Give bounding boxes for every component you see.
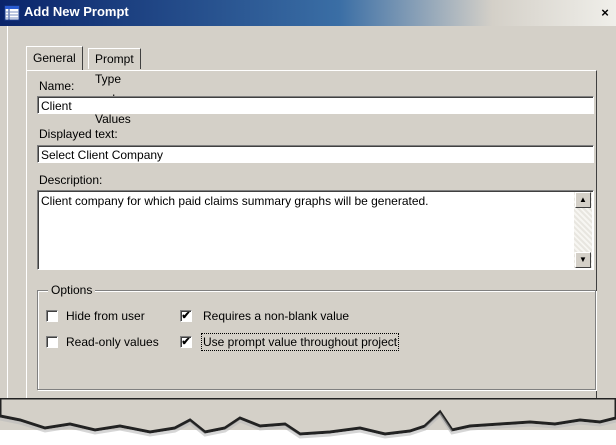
description-label: Description: — [39, 173, 103, 187]
tab-general-label: General — [33, 51, 76, 65]
title-bar[interactable]: Add New Prompt × — [0, 0, 616, 26]
dialog-left-edge — [7, 26, 8, 416]
name-label: Name: — [39, 79, 75, 93]
window-grid-icon — [4, 5, 20, 21]
name-field[interactable]: Client — [37, 96, 594, 114]
read-only-values-label[interactable]: Read-only values — [66, 335, 159, 349]
torn-paper-edge — [0, 398, 616, 439]
requires-non-blank-checkbox[interactable]: ✔ — [180, 310, 192, 322]
scroll-down-icon[interactable]: ▼ — [575, 252, 591, 268]
description-textarea[interactable]: Client company for which paid claims sum… — [37, 190, 594, 270]
tab-prompt-type-and-values[interactable]: Prompt Type and Values — [88, 48, 141, 126]
hide-from-user-label[interactable]: Hide from user — [66, 309, 145, 323]
scroll-up-icon[interactable]: ▲ — [575, 192, 591, 208]
description-text: Client company for which paid claims sum… — [41, 194, 429, 208]
use-prompt-value-label[interactable]: Use prompt value throughout project — [200, 333, 400, 351]
checkmark-icon: ✔ — [181, 336, 191, 348]
displayed-text-field[interactable]: Select Client Company — [37, 145, 594, 163]
add-new-prompt-dialog: Add New Prompt × General Prompt Type and… — [0, 0, 616, 430]
read-only-values-checkbox[interactable] — [46, 336, 58, 348]
displayed-text-label: Displayed text: — [39, 127, 118, 141]
close-icon[interactable]: × — [596, 4, 614, 22]
requires-non-blank-label[interactable]: Requires a non-blank value — [203, 309, 349, 323]
use-prompt-value-checkbox[interactable]: ✔ — [180, 336, 192, 348]
tab-general[interactable]: General — [26, 46, 83, 70]
checkmark-icon: ✔ — [181, 310, 191, 322]
hide-from-user-checkbox[interactable] — [46, 310, 58, 322]
description-scrollbar[interactable]: ▲ ▼ — [574, 192, 592, 268]
options-group-title: Options — [48, 283, 96, 297]
window-title: Add New Prompt — [24, 4, 129, 19]
